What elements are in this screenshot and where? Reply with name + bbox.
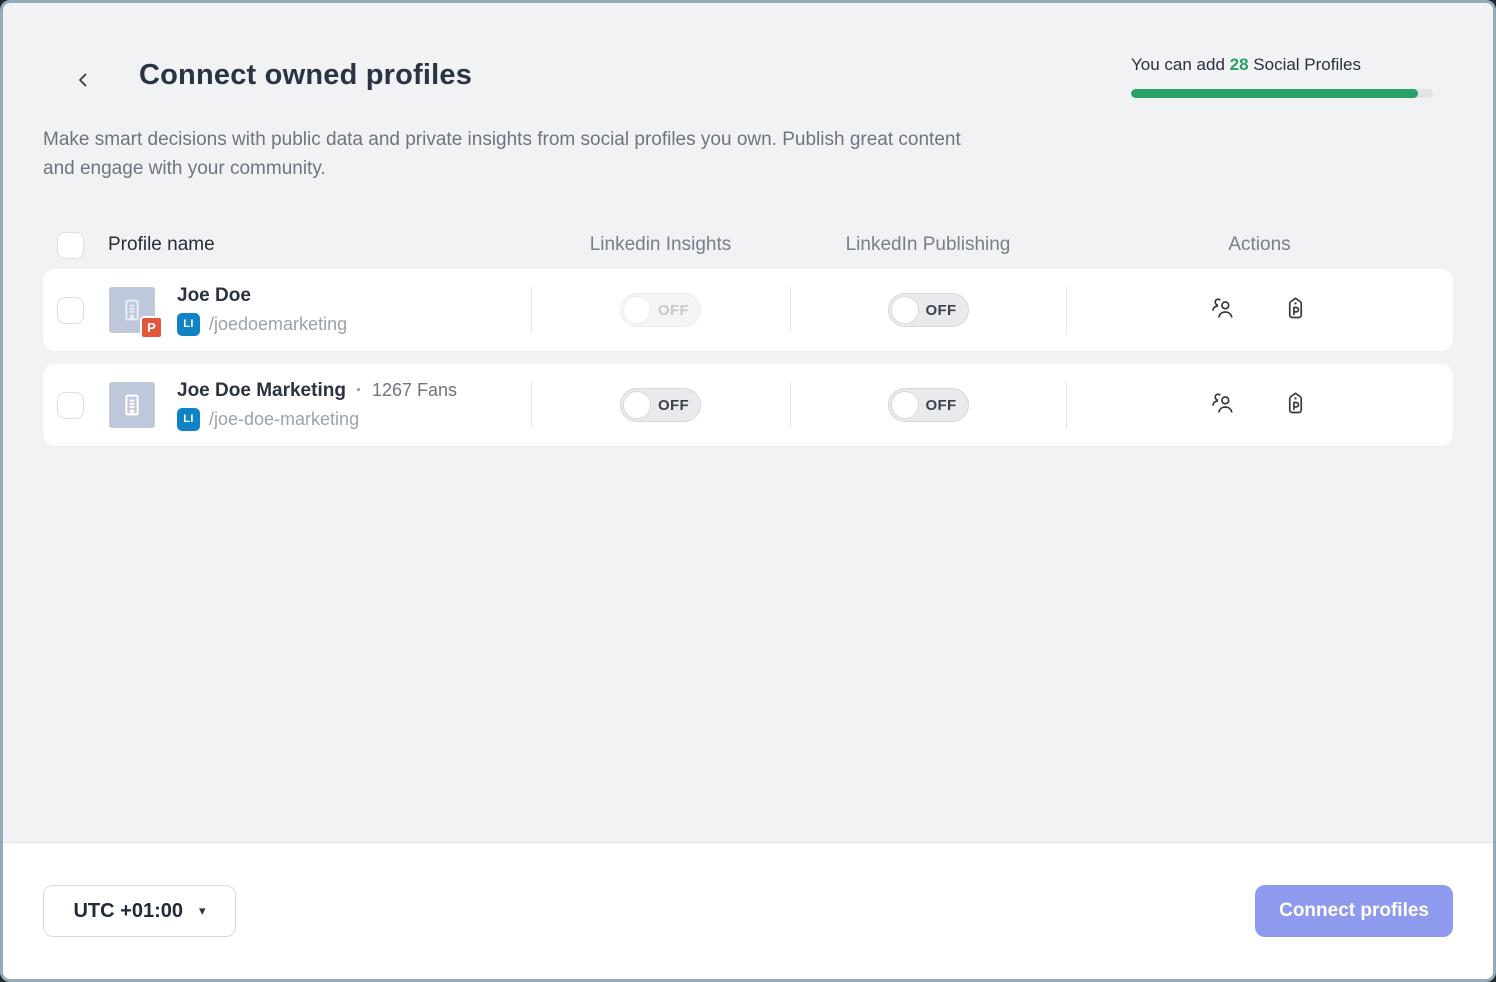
main-content: Connect owned profiles You can add 28 So… bbox=[3, 3, 1493, 842]
quota-text: You can add 28 Social Profiles bbox=[1131, 55, 1433, 75]
users-icon bbox=[1210, 295, 1237, 325]
profile-name: Joe Doe bbox=[177, 285, 251, 307]
table-header-profile: Profile name bbox=[43, 232, 531, 259]
back-button[interactable] bbox=[65, 63, 101, 99]
profile-text: Joe Doe Marketing · 1267 Fans LI /joe-do… bbox=[177, 380, 457, 431]
column-header-insights: Linkedin Insights bbox=[531, 234, 790, 256]
profile-name: Joe Doe Marketing bbox=[177, 380, 346, 402]
toggle-label: OFF bbox=[651, 397, 700, 414]
actions-cell bbox=[1066, 364, 1453, 446]
toggle-label: OFF bbox=[919, 302, 968, 319]
connect-profiles-window: Connect owned profiles You can add 28 So… bbox=[0, 0, 1496, 982]
insights-cell: OFF bbox=[531, 364, 790, 446]
toggle-knob bbox=[891, 296, 919, 324]
quota-section: You can add 28 Social Profiles bbox=[1131, 55, 1433, 98]
dot-separator: · bbox=[356, 380, 362, 401]
toggle-label: OFF bbox=[651, 302, 700, 319]
linkedin-badge: LI bbox=[177, 313, 200, 336]
manage-users-button[interactable] bbox=[1209, 390, 1239, 420]
column-header-profile-name: Profile name bbox=[108, 234, 215, 256]
footer-bar: UTC +01:00 ▾ Connect profiles bbox=[3, 842, 1493, 979]
chevron-down-icon: ▾ bbox=[199, 903, 206, 919]
row-checkbox[interactable] bbox=[57, 392, 84, 419]
publishing-cell: OFF bbox=[790, 269, 1066, 351]
table-row: Joe Doe Marketing · 1267 Fans LI /joe-do… bbox=[43, 364, 1453, 446]
timezone-value: UTC +01:00 bbox=[73, 900, 183, 923]
quota-count: 28 bbox=[1230, 55, 1249, 74]
insights-toggle[interactable]: OFF bbox=[620, 293, 701, 327]
profile-cell: P Joe Doe LI /joedoemarketing bbox=[43, 269, 531, 351]
toggle-label: OFF bbox=[919, 397, 968, 414]
column-header-actions: Actions bbox=[1066, 234, 1453, 256]
users-icon bbox=[1210, 390, 1237, 420]
publishing-cell: OFF bbox=[790, 364, 1066, 446]
page-description: Make smart decisions with public data an… bbox=[43, 125, 993, 183]
insights-toggle[interactable]: OFF bbox=[620, 388, 701, 422]
quota-suffix: Social Profiles bbox=[1249, 55, 1361, 74]
quota-prefix: You can add bbox=[1131, 55, 1230, 74]
avatar bbox=[109, 382, 155, 428]
toggle-knob bbox=[623, 296, 651, 324]
table-header: Profile name Linkedin Insights LinkedIn … bbox=[43, 221, 1453, 269]
connect-profiles-button[interactable]: Connect profiles bbox=[1255, 885, 1453, 937]
profile-handle: /joedoemarketing bbox=[209, 314, 347, 335]
publishing-toggle[interactable]: OFF bbox=[888, 388, 969, 422]
actions-cell bbox=[1066, 269, 1453, 351]
profile-cell: Joe Doe Marketing · 1267 Fans LI /joe-do… bbox=[43, 364, 531, 446]
chevron-left-icon bbox=[74, 71, 92, 92]
quota-progress-track bbox=[1131, 89, 1433, 98]
toggle-knob bbox=[623, 391, 651, 419]
quota-progress-fill bbox=[1131, 89, 1418, 98]
pages-tag-button[interactable] bbox=[1281, 390, 1311, 420]
column-header-publishing: LinkedIn Publishing bbox=[790, 234, 1066, 256]
building-icon bbox=[117, 390, 147, 420]
profile-text: Joe Doe LI /joedoemarketing bbox=[177, 285, 347, 336]
pages-tag-button[interactable] bbox=[1281, 295, 1311, 325]
insights-cell: OFF bbox=[531, 269, 790, 351]
page-tag-icon bbox=[1282, 390, 1309, 420]
avatar: P bbox=[109, 287, 155, 333]
table-row: P Joe Doe LI /joedoemarketing OFF bbox=[43, 269, 1453, 351]
profile-handle: /joe-doe-marketing bbox=[209, 409, 359, 430]
select-all-checkbox[interactable] bbox=[57, 232, 84, 259]
fans-count: 1267 Fans bbox=[372, 380, 457, 401]
page-title: Connect owned profiles bbox=[139, 59, 472, 92]
manage-users-button[interactable] bbox=[1209, 295, 1239, 325]
toggle-knob bbox=[891, 391, 919, 419]
page-type-badge: P bbox=[140, 316, 163, 339]
timezone-dropdown[interactable]: UTC +01:00 ▾ bbox=[43, 885, 236, 937]
page-tag-icon bbox=[1282, 295, 1309, 325]
publishing-toggle[interactable]: OFF bbox=[888, 293, 969, 327]
row-checkbox[interactable] bbox=[57, 297, 84, 324]
linkedin-badge: LI bbox=[177, 408, 200, 431]
